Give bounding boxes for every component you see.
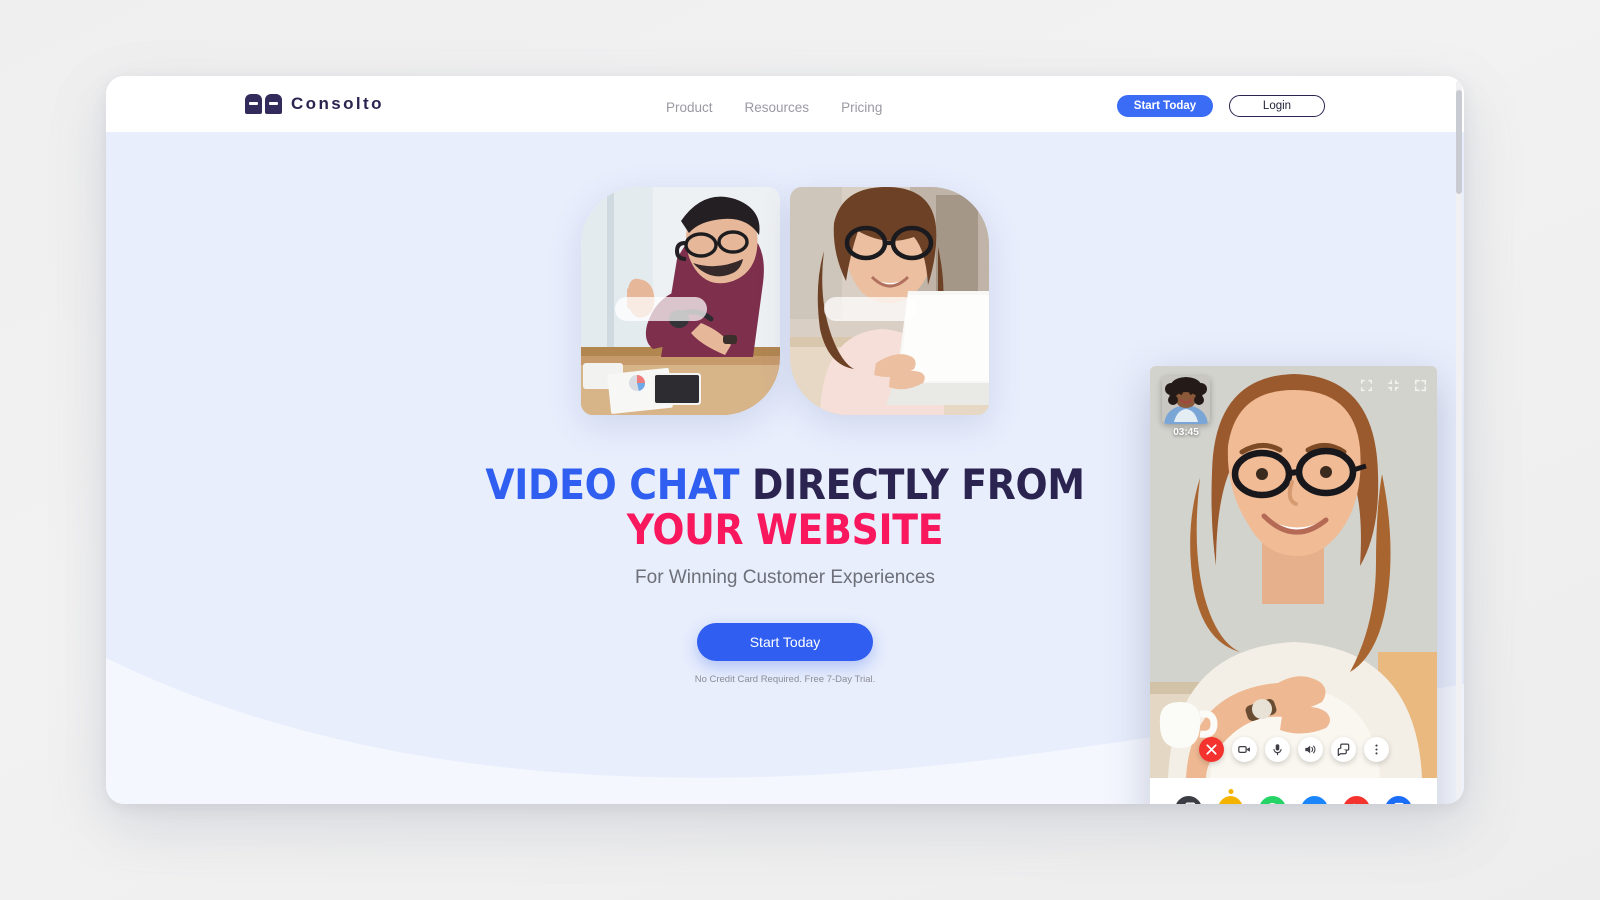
hero-photo-left [581, 187, 780, 415]
form-icon [1393, 802, 1404, 804]
channel-messenger[interactable] [1301, 795, 1328, 804]
call-timer: 03:45 [1173, 427, 1199, 438]
speaker-icon [1304, 745, 1315, 754]
camera-toggle-button[interactable] [1231, 737, 1257, 762]
chat-toggle-button[interactable] [1330, 737, 1356, 762]
channel-whatsapp[interactable] [1259, 795, 1286, 804]
whatsapp-icon [1268, 802, 1277, 804]
headline-rest-dark: DIRECTLY FROM [739, 460, 1085, 509]
hero-photo-right [790, 187, 989, 415]
three-dots-vertical-icon [1374, 744, 1378, 755]
collapse-icon[interactable] [1360, 379, 1373, 392]
video-stage: 03:45 [1150, 366, 1437, 778]
fullscreen-icon[interactable] [1414, 379, 1427, 392]
camera-icon [1224, 802, 1238, 804]
header-start-today-button[interactable]: Start Today [1117, 95, 1213, 117]
close-icon [1205, 744, 1217, 755]
hero-photo-right-pill [824, 297, 916, 321]
video-chat-widget: 03:45 [1150, 366, 1437, 804]
channel-form[interactable] [1385, 795, 1412, 804]
header-actions: Start Today Login [1117, 95, 1325, 117]
chat-bubbles-icon [1184, 802, 1195, 804]
brand-name: Consolto [291, 94, 384, 113]
browser-window: Consolto Product Resources Pricing Start… [106, 76, 1464, 804]
channel-phone[interactable] [1343, 795, 1370, 804]
self-view-thumbnail[interactable] [1162, 376, 1210, 424]
hero-start-today-button[interactable]: Start Today [697, 622, 873, 661]
speaker-toggle-button[interactable] [1297, 737, 1323, 762]
more-options-button[interactable] [1363, 737, 1389, 762]
nav-pricing[interactable]: Pricing [841, 100, 882, 115]
hero-photos [581, 187, 989, 415]
channel-video-call[interactable] [1217, 795, 1244, 804]
nav-product[interactable]: Product [666, 100, 713, 115]
end-call-button[interactable] [1198, 737, 1224, 762]
headline-highlight-blue: VIDEO CHAT [485, 460, 740, 509]
header-login-button[interactable]: Login [1229, 95, 1325, 117]
page-scrollbar[interactable] [1456, 80, 1462, 800]
brand-logo[interactable]: Consolto [245, 94, 384, 114]
self-view-image [1162, 376, 1210, 424]
stage-tools [1360, 379, 1427, 392]
chat-bubbles-icon [1337, 743, 1349, 756]
main-nav: Product Resources Pricing [666, 100, 882, 115]
channel-chat[interactable] [1175, 795, 1202, 804]
messenger-icon [1309, 802, 1320, 804]
site-header: Consolto Product Resources Pricing Start… [106, 76, 1464, 132]
hero-photo-left-pill [615, 297, 707, 321]
phone-icon [1352, 803, 1355, 804]
channel-bar [1150, 778, 1437, 804]
consolto-chips-logo-icon [245, 94, 282, 114]
hero-section: VIDEO CHAT DIRECTLY FROM YOUR WEBSITE Fo… [106, 132, 1464, 804]
microphone-icon [1272, 744, 1282, 756]
nav-resources[interactable]: Resources [745, 100, 810, 115]
page-scrollbar-thumb[interactable] [1456, 90, 1462, 194]
minimize-icon[interactable] [1387, 379, 1400, 392]
camera-icon [1237, 746, 1250, 753]
call-controls [1150, 737, 1437, 762]
desktop-backdrop: Consolto Product Resources Pricing Start… [0, 0, 1600, 900]
microphone-toggle-button[interactable] [1264, 737, 1290, 762]
